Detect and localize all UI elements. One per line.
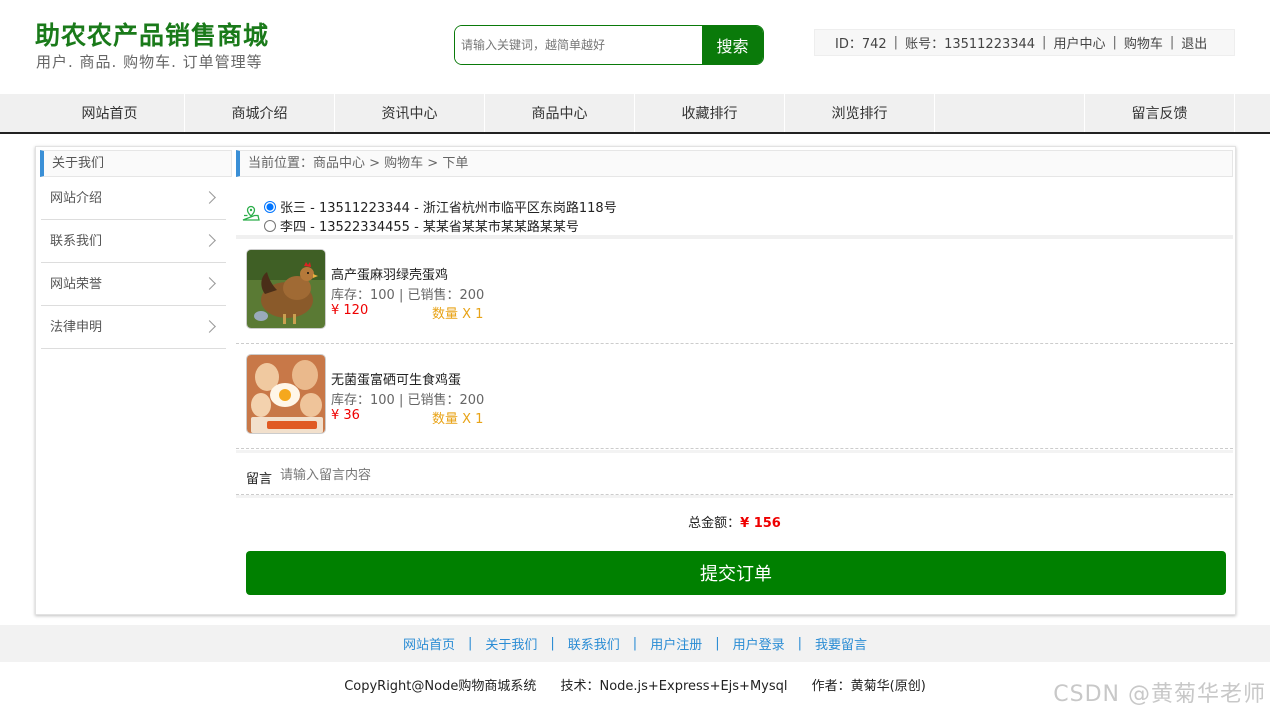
- user-bar: ID：742 | 账号：13511223344 | 用户中心 | 购物车 | 退…: [814, 29, 1235, 56]
- total-amount: 总金额：¥ 156: [236, 512, 1233, 531]
- message-section: 留言: [236, 450, 1233, 495]
- cart-link[interactable]: 购物车: [1124, 33, 1163, 52]
- message-label: 留言: [246, 472, 273, 487]
- separator: |: [632, 636, 638, 651]
- footer-link-contact[interactable]: 联系我们: [568, 634, 620, 653]
- sidebar: 关于我们 网站介绍 联系我们 网站荣誉 法律申明: [40, 150, 232, 349]
- order-content: 当前位置：商品中心 > 购物车 > 下单 张三 - 13511223344 - …: [236, 150, 1233, 545]
- product-image-eggs[interactable]: [246, 354, 326, 434]
- total-label: 总金额：: [688, 516, 741, 531]
- nav-spacer: [935, 94, 1085, 132]
- logout-link[interactable]: 退出: [1181, 33, 1207, 52]
- footer-link-message[interactable]: 我要留言: [815, 634, 867, 653]
- sidebar-item-site-intro[interactable]: 网站介绍: [41, 177, 226, 220]
- product-quantity: 数量 X 1: [432, 412, 484, 427]
- site-title[interactable]: 助农农产品销售商城: [35, 16, 269, 52]
- sidebar-title: 关于我们: [40, 150, 232, 177]
- main-nav: 网站首页 商城介绍 资讯中心 商品中心 收藏排行 浏览排行 留言反馈: [0, 94, 1270, 134]
- order-item: 无菌蛋富硒可生食鸡蛋 库存：100 | 已销售：200 ¥ 36 数量 X 1: [236, 344, 1233, 449]
- footer-link-home[interactable]: 网站首页: [403, 634, 455, 653]
- separator: |: [715, 636, 720, 651]
- separator: |: [893, 35, 899, 50]
- chevron-right-icon: [203, 234, 216, 247]
- nav-item-feedback[interactable]: 留言反馈: [1085, 94, 1235, 132]
- message-input[interactable]: [280, 464, 680, 486]
- product-quantity: 数量 X 1: [432, 307, 484, 322]
- total-section: 总金额：¥ 156: [236, 495, 1233, 545]
- separator: |: [1042, 35, 1047, 50]
- location-icon: [242, 205, 260, 221]
- copyright-text: CopyRight@Node购物商城系统: [344, 679, 537, 694]
- sidebar-item-label: 网站荣誉: [50, 277, 103, 292]
- order-item: 高产蛋麻羽绿壳蛋鸡 库存：100 | 已销售：200 ¥ 120 数量 X 1: [236, 239, 1233, 344]
- product-image-chicken[interactable]: [246, 249, 326, 329]
- separator: |: [1169, 35, 1175, 50]
- footer-link-register[interactable]: 用户注册: [650, 634, 702, 653]
- sidebar-item-label: 法律申明: [50, 320, 103, 335]
- address-radio[interactable]: [264, 200, 276, 213]
- sidebar-item-legal[interactable]: 法律申明: [41, 306, 226, 349]
- total-value: ¥ 156: [740, 516, 781, 531]
- footer-link-login[interactable]: 用户登录: [733, 634, 785, 653]
- nav-item-home[interactable]: 网站首页: [35, 94, 185, 132]
- search-input[interactable]: [455, 26, 702, 64]
- address-text: 李四 - 13522334455 - 某某省某某市某某路某某号: [280, 220, 579, 235]
- separator: |: [797, 636, 802, 651]
- address-text: 张三 - 13511223344 - 浙江省杭州市临平区东岗路118号: [280, 201, 617, 216]
- product-price: ¥ 36: [331, 408, 360, 423]
- address-radio[interactable]: [264, 219, 276, 232]
- author-text: 作者：黄菊华(原创): [811, 679, 926, 694]
- search-box: 搜索: [454, 25, 764, 65]
- chevron-right-icon: [203, 191, 216, 204]
- address-option[interactable]: 张三 - 13511223344 - 浙江省杭州市临平区东岗路118号: [264, 197, 617, 216]
- nav-item-favorites-rank[interactable]: 收藏排行: [635, 94, 785, 132]
- separator: |: [467, 636, 473, 651]
- sidebar-item-contact[interactable]: 联系我们: [41, 220, 226, 263]
- main-panel: 关于我们 网站介绍 联系我们 网站荣誉 法律申明 当前位置：商品中心 > 购物车…: [35, 146, 1236, 615]
- chevron-right-icon: [203, 320, 216, 333]
- user-id: ID：742: [835, 37, 887, 52]
- product-stock-sales: 库存：100 | 已销售：200: [331, 393, 485, 408]
- separator: |: [1112, 35, 1117, 50]
- address-option[interactable]: 李四 - 13522334455 - 某某省某某市某某路某某号: [264, 216, 579, 235]
- product-price: ¥ 120: [331, 303, 369, 318]
- address-section: 张三 - 13511223344 - 浙江省杭州市临平区东岗路118号 李四 -…: [236, 177, 1233, 239]
- product-stock-sales: 库存：100 | 已销售：200: [331, 288, 485, 303]
- sidebar-item-honors[interactable]: 网站荣誉: [41, 263, 226, 306]
- user-center-link[interactable]: 用户中心: [1053, 33, 1105, 52]
- breadcrumb: 当前位置：商品中心 > 购物车 > 下单: [236, 150, 1233, 177]
- chevron-right-icon: [203, 277, 216, 290]
- separator: |: [550, 636, 555, 651]
- user-account: 账号：13511223344: [905, 37, 1036, 52]
- sidebar-item-label: 网站介绍: [50, 191, 103, 206]
- nav-item-views-rank[interactable]: 浏览排行: [785, 94, 935, 132]
- footer-link-about[interactable]: 关于我们: [485, 634, 537, 653]
- nav-item-news[interactable]: 资讯中心: [335, 94, 485, 132]
- nav-item-products[interactable]: 商品中心: [485, 94, 635, 132]
- site-subtitle: 用户. 商品. 购物车. 订单管理等: [36, 53, 263, 71]
- watermark: CSDN @黄菊华老师: [1053, 682, 1266, 707]
- header: 助农农产品销售商城 用户. 商品. 购物车. 订单管理等 搜索 ID：742 |…: [0, 0, 1270, 94]
- tech-text: 技术：Node.js+Express+Ejs+Mysql: [560, 679, 788, 694]
- search-button[interactable]: 搜索: [702, 26, 763, 64]
- nav-item-about[interactable]: 商城介绍: [185, 94, 335, 132]
- product-name[interactable]: 高产蛋麻羽绿壳蛋鸡: [331, 264, 448, 283]
- footer-nav: 网站首页 | 关于我们 | 联系我们 | 用户注册 | 用户登录 | 我要留言: [0, 625, 1270, 662]
- product-name[interactable]: 无菌蛋富硒可生食鸡蛋: [331, 369, 461, 388]
- sidebar-item-label: 联系我们: [50, 234, 103, 249]
- submit-order-button[interactable]: 提交订单: [246, 551, 1226, 595]
